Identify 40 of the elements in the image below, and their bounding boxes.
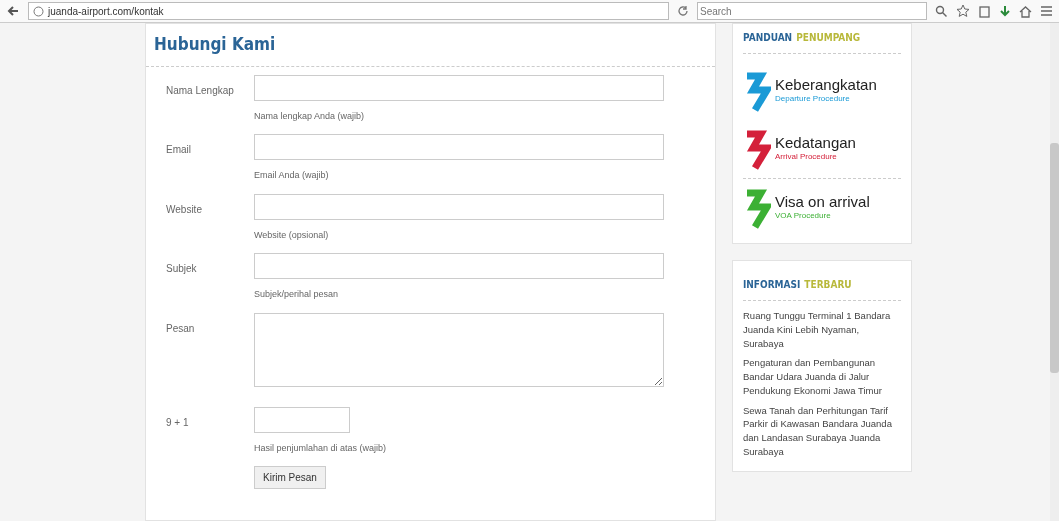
reload-icon[interactable] [677, 5, 689, 17]
field-label: Email [165, 143, 192, 157]
message-field[interactable] [254, 312, 664, 387]
news-link[interactable]: Pengaturan dan Pembangunan Bandar Udara Juanda di Jalur Pendukung Ekonomi Jawa Timur [743, 356, 901, 398]
guide-link[interactable]: Kedatangan Arrival Procedure [743, 120, 901, 179]
help-text: Website (opsional) [254, 228, 330, 242]
field-label: Subjek [165, 262, 198, 276]
input-field[interactable] [254, 134, 664, 160]
download-icon[interactable] [999, 4, 1011, 18]
search-field[interactable]: Search [697, 2, 927, 20]
back-icon[interactable] [6, 4, 20, 18]
field-label: Pesan [165, 321, 196, 336]
url-text: juanda-airport.com/kontak [48, 4, 164, 19]
input-field[interactable] [254, 253, 664, 279]
captcha-field[interactable] [254, 406, 350, 433]
help-text: Email Anda (wajib) [254, 169, 330, 182]
help-text: Nama lengkap Anda (wajib) [254, 109, 366, 123]
home-icon[interactable] [1019, 4, 1032, 18]
guide-link[interactable]: Visa on arrival VOA Procedure [743, 179, 901, 237]
address-bar[interactable]: juanda-airport.com/kontak [28, 2, 669, 20]
menu-icon[interactable] [1040, 5, 1053, 17]
scrollbar-thumb[interactable] [1050, 143, 1059, 373]
field-label: Nama Lengkap [165, 83, 235, 98]
submit-button[interactable]: Kirim Pesan [254, 466, 326, 489]
help-text: Subjek/perihal pesan [254, 288, 340, 301]
input-field[interactable] [254, 193, 664, 220]
guide-link[interactable]: Keberangkatan Departure Procedure [743, 62, 901, 120]
section-title: PENUMPANG [796, 31, 861, 45]
section-title: INFORMASI [743, 278, 801, 292]
help-text: Hasil penjumlahan di atas (wajib) [254, 441, 387, 455]
news-link[interactable]: Sewa Tanah dan Perhitungan Tarif Parkir di Kawasan Bandara Juanda dan Landasan Surabaya Juanda Surabaya [743, 403, 901, 459]
section-title: PANDUAN [743, 31, 793, 45]
page-title: Hubungi Kami [154, 33, 277, 56]
field-label: Website [165, 202, 203, 217]
input-field[interactable] [254, 74, 664, 101]
field-label: 9 + 1 [165, 415, 190, 430]
news-link[interactable]: Ruang Tunggu Terminal 1 Bandara Juanda Kini Lebih Nyaman, Surabaya [743, 309, 901, 351]
section-title: TERBARU [804, 278, 852, 292]
search-icon[interactable] [935, 4, 948, 18]
star-icon[interactable] [956, 4, 970, 18]
